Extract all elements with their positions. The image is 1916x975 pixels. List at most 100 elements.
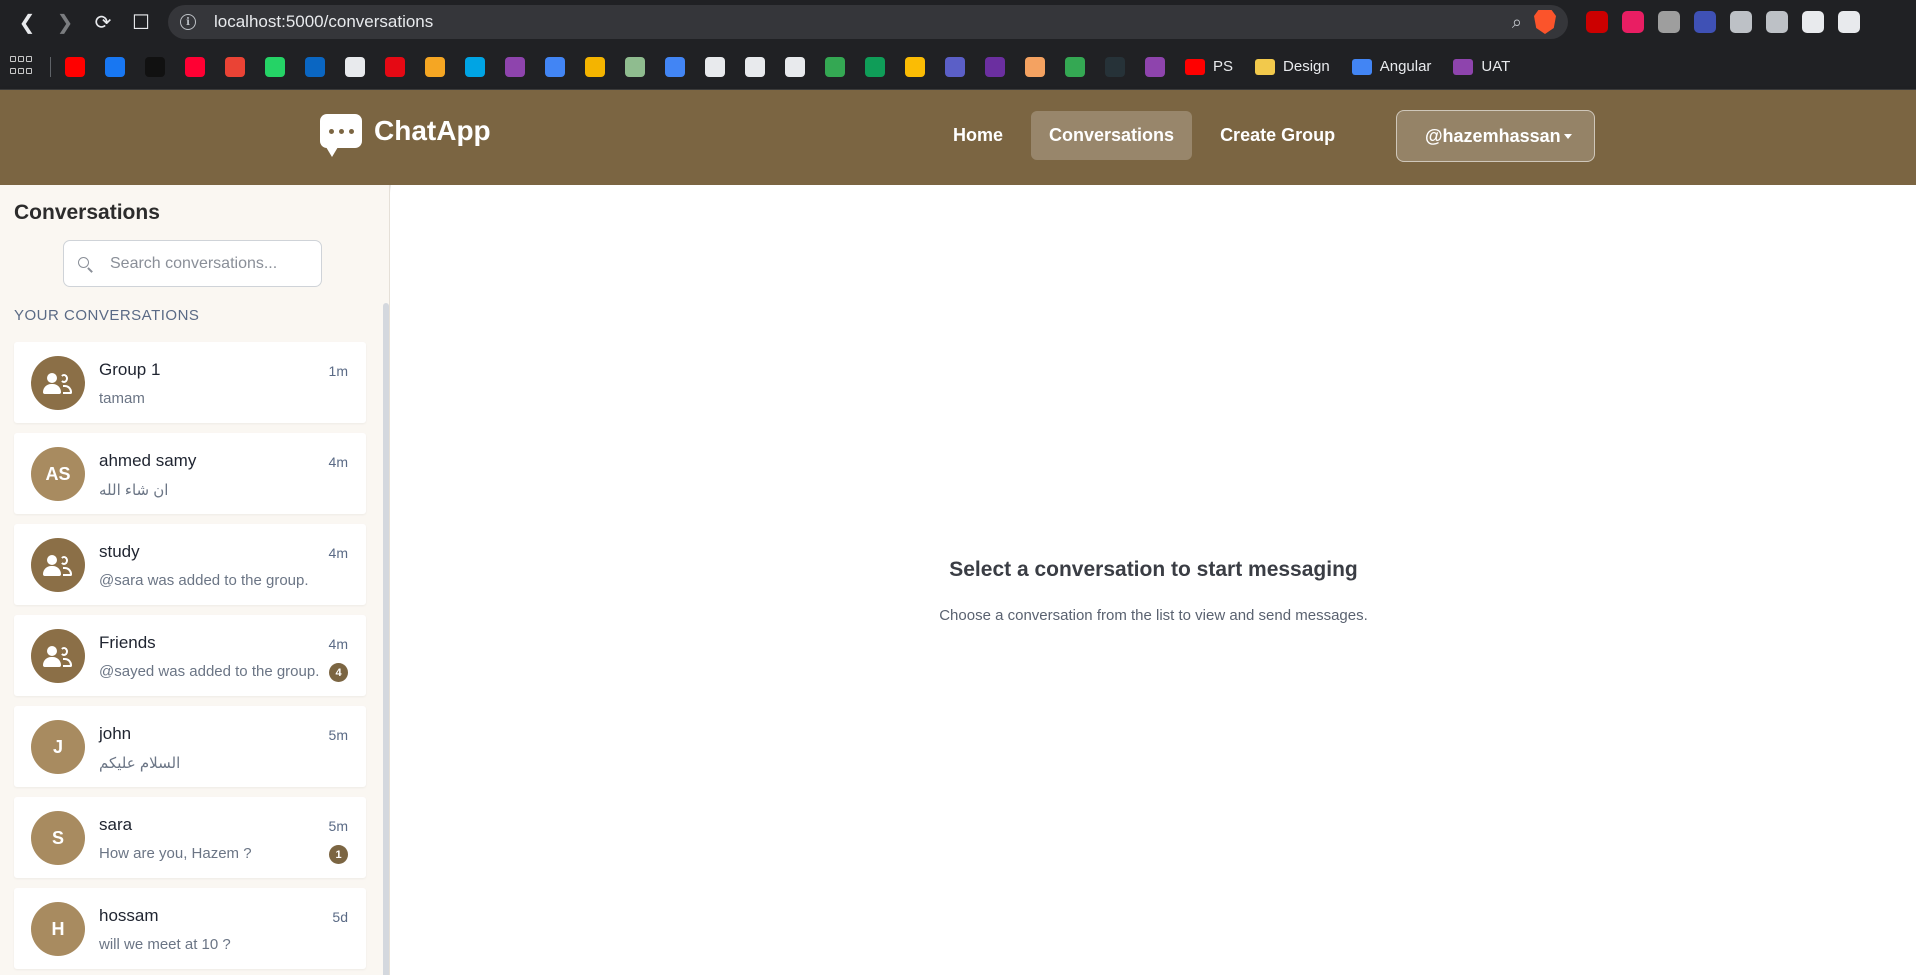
conversation-time: 4m <box>328 545 348 561</box>
reload-icon[interactable]: ⟳ <box>88 7 118 37</box>
group-users-icon <box>43 371 73 395</box>
bookmark-favicon-icon[interactable] <box>1065 56 1085 77</box>
search-input[interactable] <box>110 254 310 273</box>
user-avatar: H <box>31 902 85 956</box>
bookmark-label: Angular <box>1379 58 1432 75</box>
bookmark-favicon-icon[interactable] <box>665 56 685 77</box>
empty-state-panel: Select a conversation to start messaging… <box>391 185 1916 975</box>
conversation-name: Friends <box>99 633 156 652</box>
brand-logo[interactable]: ChatApp <box>320 114 491 157</box>
main-nav: Home Conversations Create Group <box>935 111 1363 160</box>
bookmark-favicon-icon[interactable] <box>225 56 245 77</box>
nav-create-group[interactable]: Create Group <box>1202 111 1353 160</box>
bookmark-favicon-icon[interactable] <box>265 56 285 77</box>
conversation-item[interactable]: Friends 4m @sayed was added to the group. 4 <box>14 615 366 696</box>
conversation-item[interactable]: Ssara 5m How are you, Hazem ? 1 <box>14 797 366 878</box>
bookmark-favicon-icon[interactable] <box>185 56 205 77</box>
bookmark-favicon-icon[interactable] <box>785 56 805 77</box>
conversation-name: Group 1 <box>99 360 161 379</box>
empty-state-title: Select a conversation to start messaging <box>949 558 1358 581</box>
bookmark-favicon-icon[interactable] <box>505 56 525 77</box>
bookmark-favicon-icon <box>1453 58 1474 75</box>
bookmark-favicon-icon[interactable] <box>305 56 325 77</box>
bookmark-favicon-icon[interactable] <box>985 56 1005 77</box>
last-message-preview: will we meet at 10 ? <box>99 936 231 953</box>
conversation-name: hossam <box>99 906 159 925</box>
url-text[interactable]: localhost:5000/conversations <box>214 12 433 32</box>
conversations-sidebar: Conversations YOUR CONVERSATIONS Group 1… <box>0 185 390 975</box>
conversation-item[interactable]: Hhossam 5d will we meet at 10 ? <box>14 888 366 969</box>
bookmark-favicon-icon[interactable] <box>1105 56 1125 77</box>
bookmark-item[interactable]: Design <box>1255 58 1330 75</box>
bookmark-item[interactable]: PS <box>1185 58 1233 75</box>
bookmark-favicon-icon[interactable] <box>945 56 965 77</box>
bookmark-favicon-icon[interactable] <box>625 56 645 77</box>
bookmark-favicon-icon[interactable] <box>385 56 405 77</box>
username-label: @hazemhassan <box>1425 125 1561 146</box>
bookmark-favicon-icon[interactable] <box>745 56 765 77</box>
bookmarks-divider <box>50 56 51 77</box>
bookmark-favicon-icon[interactable] <box>465 56 485 77</box>
bookmark-favicon-icon[interactable] <box>705 56 725 77</box>
conversation-item[interactable]: Jjohn 5m السلام عليكم <box>14 706 366 787</box>
conversation-item[interactable]: study 4m @sara was added to the group. <box>14 524 366 605</box>
apps-grid-icon[interactable] <box>10 55 32 78</box>
extension-icon[interactable] <box>1622 11 1644 33</box>
address-bar[interactable]: i localhost:5000/conversations ⌕ <box>168 5 1568 39</box>
chat-bubble-icon <box>320 114 362 157</box>
unread-badge: 1 <box>329 845 348 864</box>
last-message-preview: السلام عليكم <box>99 755 181 772</box>
conversation-name: study <box>99 542 140 561</box>
conversation-item[interactable]: AS ahmed samy 4m ان شاء الله <box>14 433 366 514</box>
bookmark-favicon-icon[interactable] <box>825 56 845 77</box>
group-users-icon <box>43 644 73 668</box>
user-avatar: S <box>31 811 85 865</box>
extension-icons <box>1586 11 1860 33</box>
conversation-item[interactable]: Group 1 1m tamam <box>14 342 366 423</box>
bookmark-favicon-icon[interactable] <box>905 56 925 77</box>
nav-home[interactable]: Home <box>935 111 1021 160</box>
back-icon[interactable]: ❮ <box>12 7 42 37</box>
extension-icon[interactable] <box>1694 11 1716 33</box>
bookmark-favicon-icon[interactable] <box>345 56 365 77</box>
bookmark-favicon-icon[interactable] <box>145 56 165 77</box>
bookmark-item[interactable]: Angular <box>1351 58 1432 75</box>
scrollbar[interactable] <box>383 303 389 975</box>
conversation-time: 1m <box>328 363 348 379</box>
extension-icon[interactable] <box>1802 11 1824 33</box>
group-avatar <box>31 538 85 592</box>
conversation-time: 4m <box>328 636 348 652</box>
bookmark-icon[interactable]: ☐ <box>126 7 156 37</box>
extension-icon[interactable] <box>1838 11 1860 33</box>
last-message-preview: How are you, Hazem ? <box>99 845 252 862</box>
bookmark-favicon-icon[interactable] <box>585 56 605 77</box>
bookmark-favicon-icon[interactable] <box>65 56 85 77</box>
unread-badge: 4 <box>329 663 348 682</box>
bookmark-favicon-icon[interactable] <box>545 56 565 77</box>
bookmark-favicon-icon[interactable] <box>865 56 885 77</box>
search-box[interactable] <box>63 240 322 287</box>
bookmark-favicon-icon[interactable] <box>425 56 445 77</box>
section-label: YOUR CONVERSATIONS <box>14 307 200 324</box>
bookmark-favicon-icon[interactable] <box>105 56 125 77</box>
user-menu-button[interactable]: @hazemhassan <box>1396 110 1595 162</box>
conversation-time: 5m <box>328 818 348 834</box>
bookmark-favicon-icon[interactable] <box>1145 56 1165 77</box>
extension-icon[interactable] <box>1586 11 1608 33</box>
group-avatar <box>31 629 85 683</box>
bookmark-label: PS <box>1213 58 1234 75</box>
forward-icon[interactable]: ❯ <box>50 7 80 37</box>
bookmark-favicon-icon <box>1351 58 1372 75</box>
zoom-icon[interactable]: ⌕ <box>1512 12 1522 33</box>
bookmark-favicon-icon[interactable] <box>1025 56 1045 77</box>
extension-icon[interactable] <box>1730 11 1752 33</box>
conversation-name: sara <box>99 815 133 834</box>
extension-icon[interactable] <box>1766 11 1788 33</box>
site-info-icon[interactable]: i <box>180 14 196 30</box>
extension-icon[interactable] <box>1658 11 1680 33</box>
bookmark-item[interactable]: UAT <box>1453 58 1510 75</box>
last-message-preview: @sara was added to the group. <box>99 572 309 589</box>
brave-shield-icon[interactable] <box>1534 10 1556 34</box>
brand-name: ChatApp <box>374 115 491 146</box>
nav-conversations[interactable]: Conversations <box>1031 111 1193 160</box>
